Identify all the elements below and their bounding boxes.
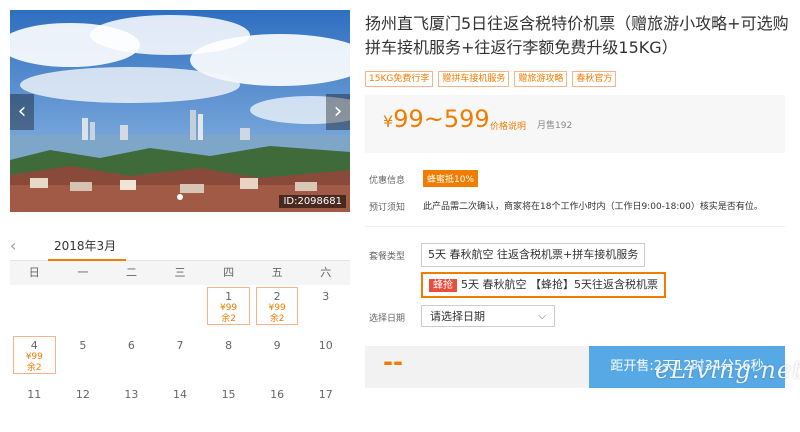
- weekday-label: 二: [125, 266, 137, 279]
- promo-label: 优惠信息: [369, 176, 406, 186]
- date-calendar: ‹ 2018年3月 日一二三四五六 1 ¥99 余2 2 ¥99 余2 3 4 ¥99 余2 5 6 7…: [10, 232, 350, 432]
- day-number: 17: [318, 388, 333, 401]
- divider: [365, 226, 785, 227]
- day-price: ¥99: [219, 303, 238, 313]
- flash-sale-badge: 蜂抢: [429, 279, 457, 292]
- day-stock: 余2: [221, 314, 236, 324]
- product-tags: 15KG免费行李 赠拼车接机服务 赠旅游攻略 春秋官方: [365, 66, 621, 87]
- day-number: [107, 285, 156, 290]
- weekday-label: 一: [77, 266, 89, 279]
- hero-carousel: ‹ › ID:2098681: [10, 10, 350, 212]
- day-number: 5: [79, 339, 87, 352]
- calendar-day: [107, 285, 156, 334]
- promo-badge: 蜂蜜抵10%: [423, 170, 479, 187]
- price-note-link[interactable]: 价格说明: [490, 119, 526, 132]
- chevron-right-icon: ›: [333, 99, 343, 124]
- left-panel: ‹ › ID:2098681 ‹ 2018年3月 日一二三四五六 1 ¥99 余2 2…: [0, 0, 350, 408]
- package-option-2[interactable]: 蜂抢 5天 春秋航空 【蜂抢】5天往返含税机票: [421, 272, 666, 298]
- product-tag: 15KG免费行李: [365, 71, 434, 87]
- package-label: 套餐类型: [369, 252, 406, 262]
- monthly-sales: 月售192: [537, 121, 573, 131]
- product-tag: 赠旅游攻略: [514, 71, 568, 87]
- carousel-next-button[interactable]: ›: [326, 94, 350, 130]
- product-tag: 赠拼车接机服务: [438, 71, 510, 87]
- day-number: 12: [75, 388, 90, 401]
- calendar-day: 9: [253, 334, 302, 383]
- weekday-label: 六: [320, 266, 332, 279]
- product-panel: 扬州直飞厦门5日往返含税特价机票（赠旅游小攻略+可选购拼车接机服务+往返行李额免…: [365, 0, 800, 408]
- day-number: 11: [27, 388, 42, 401]
- carousel-prev-button[interactable]: ‹: [10, 94, 34, 130]
- notice-text: 此产品需二次确认，商家将在18个工作小时内（工作日9:00-18:00）核实是否…: [423, 202, 763, 212]
- day-number: 16: [270, 388, 285, 401]
- chevron-left-icon: ‹: [17, 99, 27, 124]
- day-number: 1: [225, 290, 233, 303]
- package-option-text: 5天 春秋航空 往返含税机票+拼车接机服务: [428, 248, 639, 261]
- calendar-day-available[interactable]: 4 ¥99 余2: [13, 336, 56, 374]
- day-number: 15: [221, 388, 236, 401]
- weekday-label: 日: [28, 266, 40, 279]
- day-stock: 余2: [26, 363, 42, 373]
- package-option-text: 5天 春秋航空 【蜂抢】5天往返含税机票: [461, 278, 658, 291]
- calendar-day: 8: [204, 334, 253, 383]
- date-select[interactable]: 请选择日期 ⌵: [421, 305, 555, 327]
- day-number: 7: [176, 339, 184, 352]
- city-skyline-photo: [10, 10, 350, 212]
- day-number: [59, 285, 108, 290]
- product-title: 扬州直飞厦门5日往返含税特价机票（赠旅游小攻略+可选购拼车接机服务+往返行李额免…: [365, 14, 789, 57]
- calendar-prev-month-button[interactable]: ‹: [10, 236, 16, 255]
- day-number: [156, 285, 205, 290]
- calendar-day: 10: [301, 334, 350, 383]
- day-number: 2: [273, 290, 281, 303]
- calendar-grid: 1 ¥99 余2 2 ¥99 余2 3 4 ¥99 余2 5 6 7 8 9 10 11 12 13 14 15 16 17: [10, 285, 350, 432]
- calendar-day-available[interactable]: 2 ¥99 余2: [255, 287, 299, 325]
- watermark-logo: eLiving.net: [655, 356, 800, 384]
- calendar-day: 5: [59, 334, 108, 383]
- price-range: ¥99~599: [383, 105, 490, 133]
- day-number: 4: [30, 339, 38, 352]
- image-id-label: ID:2098681: [279, 195, 346, 208]
- day-number: 10: [318, 339, 333, 352]
- calendar-weekdays: 日一二三四五六: [10, 261, 350, 285]
- notice-label: 预订须知: [369, 203, 406, 213]
- carousel-dot[interactable]: [177, 194, 183, 200]
- calendar-day: [156, 285, 205, 334]
- price-value: 99~599: [393, 105, 490, 133]
- buy-price: --: [383, 348, 403, 376]
- day-number: 8: [225, 339, 233, 352]
- date-label: 选择日期: [369, 314, 406, 324]
- weekday-label: 三: [174, 266, 186, 279]
- calendar-day: [10, 285, 59, 334]
- calendar-day: 7: [156, 334, 205, 383]
- calendar-day: [59, 285, 108, 334]
- day-number: [10, 285, 59, 290]
- day-number: 9: [273, 339, 281, 352]
- day-number: 13: [124, 388, 139, 401]
- product-tag: 春秋官方: [572, 71, 617, 87]
- calendar-day: 3: [301, 285, 350, 334]
- day-number: 6: [127, 339, 135, 352]
- calendar-header: ‹ 2018年3月: [10, 232, 350, 261]
- calendar-month-label: 2018年3月: [54, 239, 117, 253]
- price-box: ¥99~599 价格说明 月售192: [365, 95, 785, 153]
- package-option-1[interactable]: 5天 春秋航空 往返含税机票+拼车接机服务: [421, 243, 646, 267]
- calendar-day-available[interactable]: 1 ¥99 余2: [207, 287, 250, 325]
- day-number: 14: [172, 388, 187, 401]
- weekday-label: 四: [223, 266, 235, 279]
- day-stock: 余2: [269, 314, 285, 324]
- day-number: 3: [322, 290, 330, 303]
- day-price: ¥99: [268, 303, 286, 313]
- currency-symbol: ¥: [383, 112, 394, 131]
- chevron-down-icon: ⌵: [538, 311, 546, 322]
- weekday-label: 五: [271, 266, 283, 279]
- date-select-value: 请选择日期: [430, 310, 485, 323]
- day-price: ¥99: [25, 352, 43, 362]
- calendar-month-underline: [48, 259, 126, 261]
- calendar-day: 6: [107, 334, 156, 383]
